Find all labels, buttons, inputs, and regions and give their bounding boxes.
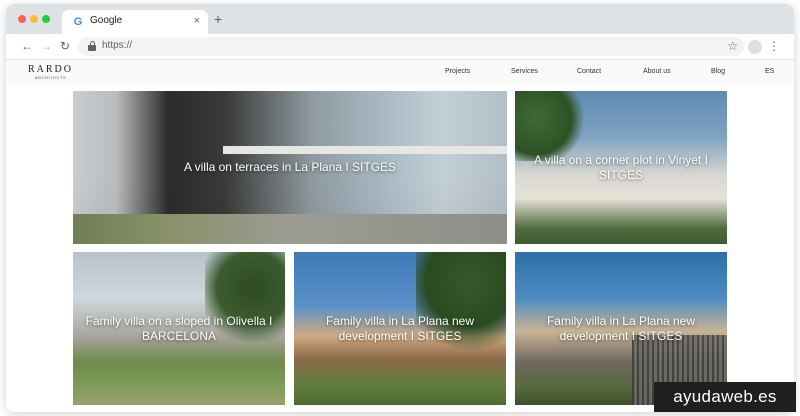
nav-blog-link[interactable]: Blog	[711, 68, 725, 75]
browser-toolbar: ← → ↻ https:// ☆ ⋮	[6, 34, 794, 60]
maximize-window-button[interactable]	[42, 15, 50, 23]
nav-projects-link[interactable]: Projects	[445, 68, 470, 75]
new-tab-button[interactable]: +	[214, 11, 222, 27]
logo-wordmark: RARDO	[28, 64, 74, 75]
forward-icon[interactable]: →	[39, 38, 53, 54]
logo-subtitle: ARCHITECTS	[34, 75, 67, 80]
project-card[interactable]: A villa on a corner plot in Vinyet I SIT…	[515, 91, 727, 244]
language-switch-link[interactable]: ES	[765, 68, 774, 75]
project-title: Family villa on a sloped in Olivella I B…	[85, 313, 273, 343]
project-card[interactable]: Family villa in La Plana new development…	[294, 252, 506, 405]
nav-services-link[interactable]: Services	[511, 68, 538, 75]
lock-icon[interactable]	[88, 41, 96, 51]
minimize-window-button[interactable]	[30, 15, 38, 23]
tab-strip: G Google × +	[6, 4, 794, 34]
web-page: RARDO ARCHITECTS Projects Services Conta…	[6, 61, 794, 412]
profile-avatar[interactable]	[748, 40, 762, 54]
address-url[interactable]: https://	[102, 40, 132, 51]
project-card[interactable]: A villa on terraces in La Plana I SITGES	[73, 91, 507, 244]
watermark-label: ayudaweb.es	[654, 382, 796, 412]
kebab-menu-icon[interactable]: ⋮	[768, 38, 780, 54]
site-logo[interactable]: RARDO ARCHITECTS	[28, 64, 73, 81]
close-window-button[interactable]	[18, 15, 26, 23]
back-icon[interactable]: ←	[20, 38, 34, 54]
browser-tab[interactable]: G Google ×	[62, 10, 208, 34]
project-card[interactable]: Family villa on a sloped in Olivella I B…	[73, 252, 285, 405]
nav-about-link[interactable]: About us	[643, 68, 671, 75]
star-icon[interactable]: ☆	[727, 38, 738, 54]
reload-icon[interactable]: ↻	[58, 38, 72, 54]
project-title: A villa on terraces in La Plana I SITGES	[183, 160, 397, 174]
tab-title: Google	[90, 15, 123, 26]
close-tab-icon[interactable]: ×	[194, 14, 200, 28]
google-icon: G	[73, 16, 83, 28]
site-header: RARDO ARCHITECTS Projects Services Conta…	[6, 61, 794, 85]
address-bar[interactable]: https:// ☆	[78, 37, 744, 56]
nav-contact-link[interactable]: Contact	[577, 68, 601, 75]
browser-window: G Google × + ← → ↻ https:// ☆ ⋮ RARDO AR…	[6, 4, 794, 412]
project-title: A villa on a corner plot in Vinyet I SIT…	[534, 152, 708, 182]
project-title: Family villa in La Plana new development…	[325, 313, 475, 343]
